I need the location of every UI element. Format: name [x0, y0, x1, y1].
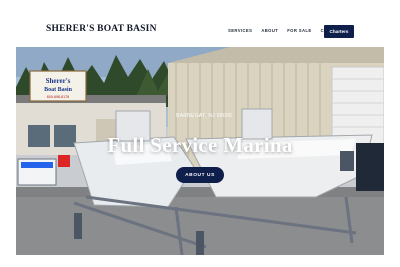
site-header: SHERER'S BOAT BASIN SERVICES ABOUT FOR S… [16, 14, 384, 46]
site-logo[interactable]: SHERER'S BOAT BASIN [46, 24, 157, 34]
hero-title: Full Service Marina [107, 133, 293, 157]
marina-sign-line2: Boat Basin [44, 87, 73, 93]
hero-section: Sherer's Boat Basin 609-698-8178 BARNEGA… [16, 47, 384, 255]
nav-services[interactable]: SERVICES [228, 28, 252, 33]
hero-location: BARNEGAT, NJ 08005 [176, 113, 233, 119]
about-us-button[interactable]: ABOUT US [176, 167, 224, 183]
nav-about[interactable]: ABOUT [261, 28, 278, 33]
marina-sign-line1: Sherer's [46, 77, 71, 85]
charters-button[interactable]: Charters [324, 25, 354, 38]
marina-sign-phone: 609-698-8178 [47, 95, 69, 99]
nav-for-sale[interactable]: FOR SALE [287, 28, 311, 33]
